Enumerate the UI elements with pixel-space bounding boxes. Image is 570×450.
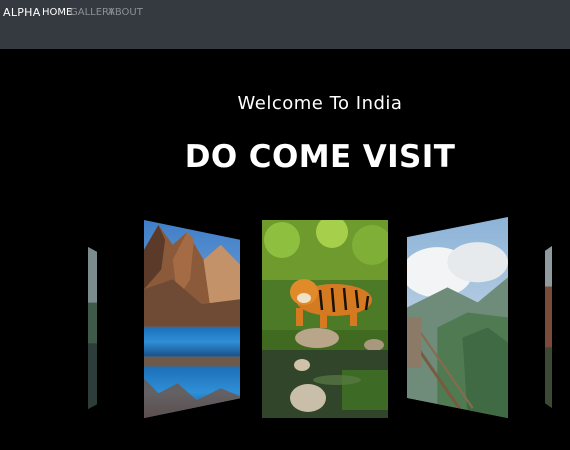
carousel-card-far-left[interactable] <box>88 247 97 409</box>
partial-lake-photo <box>88 247 97 409</box>
carousel-card-far-right[interactable] <box>545 246 552 408</box>
carousel-card-tiger[interactable] <box>262 220 388 418</box>
partial-forest-photo <box>545 246 552 408</box>
misty-forest-photo <box>407 217 508 418</box>
nav-link-home[interactable]: HOME <box>42 7 72 18</box>
mountain-lake-photo <box>144 220 240 418</box>
carousel-card-mountain[interactable] <box>144 220 240 418</box>
top-navbar: ALPHA HOME GALLERY ABOUT <box>0 0 570 49</box>
hero-subtitle: Welcome To India <box>237 93 403 114</box>
nav-link-about[interactable]: ABOUT <box>108 7 143 18</box>
navbar-brand[interactable]: ALPHA <box>3 6 41 19</box>
carousel-card-forest[interactable] <box>407 217 508 418</box>
hero-title: DO COME VISIT <box>184 139 456 175</box>
tiger-photo <box>262 220 388 418</box>
